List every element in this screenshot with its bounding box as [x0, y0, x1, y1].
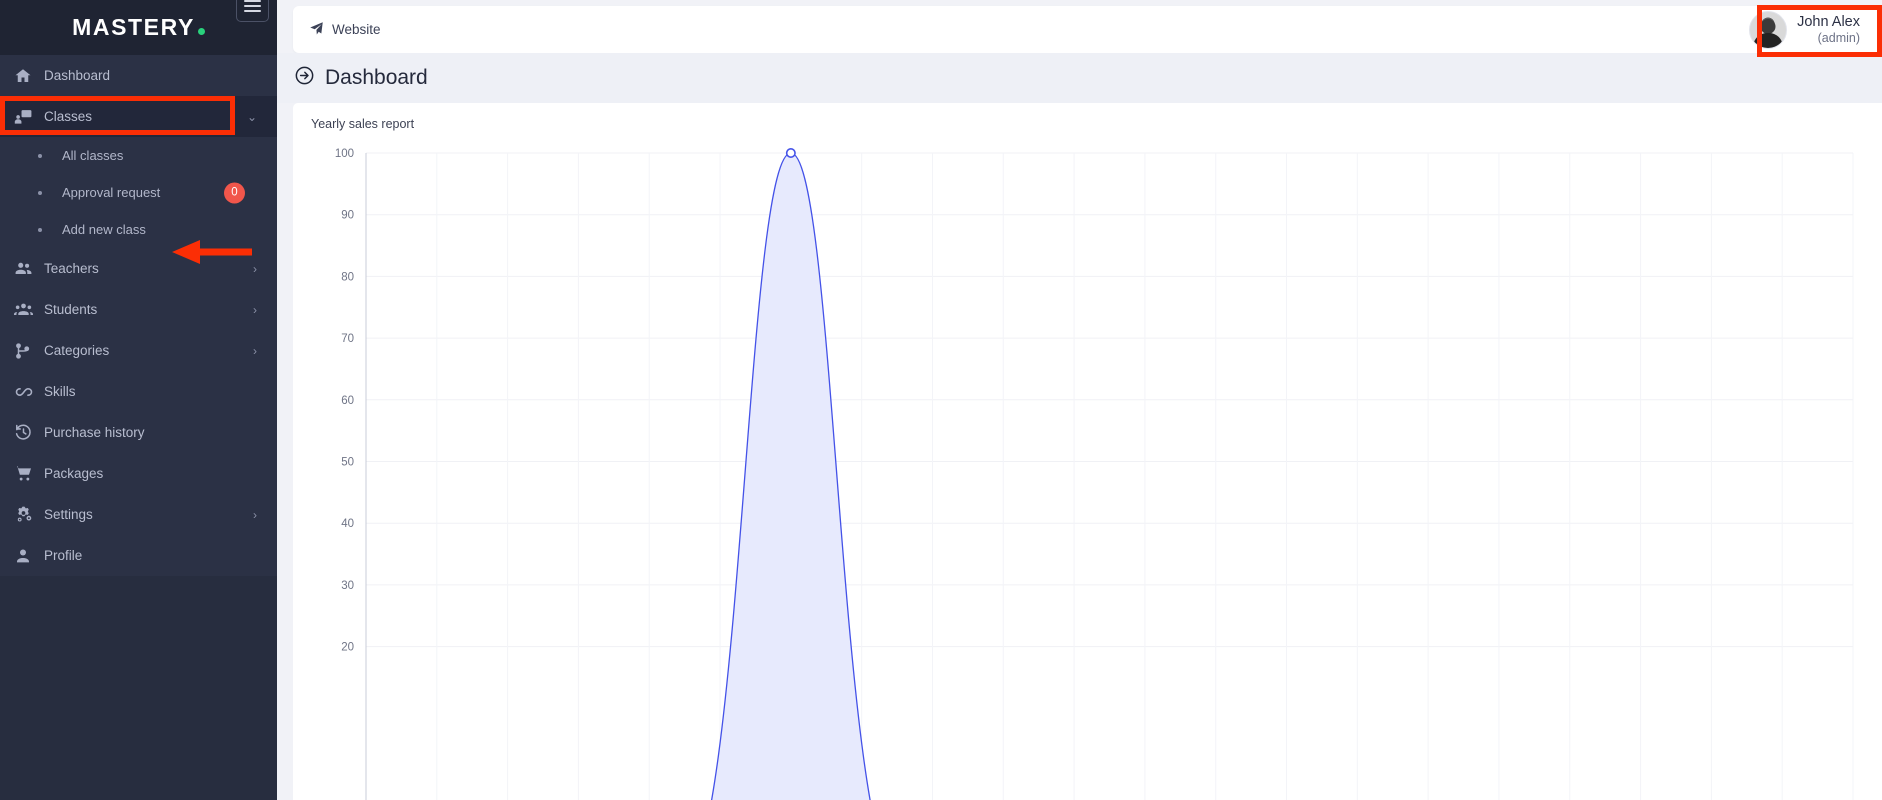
sidebar-item-settings[interactable]: Settings ›	[0, 494, 277, 535]
hamburger-line	[244, 4, 261, 7]
sidebar-nav: Dashboard Classes ⌄ All classes Approval…	[0, 55, 277, 576]
shopping-cart-icon	[14, 464, 44, 483]
brand-logo[interactable]: MASTERY	[72, 14, 205, 41]
page-title-text: Dashboard	[325, 66, 428, 89]
brand-header: MASTERY	[0, 0, 277, 55]
hamburger-icon[interactable]	[236, 0, 269, 22]
user-menu[interactable]: John Alex (admin)	[1749, 10, 1882, 49]
page-header: Dashboard	[277, 53, 1882, 103]
svg-text:100: 100	[335, 148, 354, 160]
chevron-right-icon: ›	[253, 302, 257, 317]
sidebar-subitem-approval-request[interactable]: Approval request 0	[0, 174, 277, 211]
hamburger-line	[244, 0, 261, 2]
sidebar-subitem-label: Add new class	[62, 222, 146, 237]
user-role: (admin)	[1817, 30, 1860, 45]
home-icon	[14, 67, 44, 85]
user-meta: John Alex (admin)	[1797, 13, 1860, 47]
sidebar-item-label: Teachers	[44, 261, 99, 276]
sidebar-subitem-all-classes[interactable]: All classes	[0, 137, 277, 174]
sidebar-item-skills[interactable]: Skills	[0, 371, 277, 412]
sidebar-item-label: Skills	[44, 384, 76, 399]
bullet-icon	[38, 190, 42, 195]
svg-text:30: 30	[341, 580, 354, 592]
sidebar-subitem-label: All classes	[62, 148, 124, 163]
brand-name: MASTERY	[72, 14, 195, 40]
sidebar-item-purchase-history[interactable]: Purchase history	[0, 412, 277, 453]
infinity-icon	[14, 382, 44, 402]
classes-submenu: All classes Approval request 0 Add new c…	[0, 137, 277, 248]
sidebar-item-label: Dashboard	[44, 68, 111, 83]
chart-card: Yearly sales report 100 90 80 70 60 50 40 30 20	[293, 103, 1882, 800]
sidebar-item-categories[interactable]: Categories ›	[0, 330, 277, 371]
website-label: Website	[332, 22, 381, 37]
sidebar-item-profile[interactable]: Profile	[0, 535, 277, 576]
sidebar-item-packages[interactable]: Packages	[0, 453, 277, 494]
user-name: John Alex	[1797, 13, 1860, 30]
presentation-person-icon	[14, 107, 44, 126]
sidebar-item-label: Students	[44, 302, 98, 317]
svg-text:80: 80	[341, 271, 354, 283]
sidebar-item-label: Packages	[44, 466, 104, 481]
svg-text:90: 90	[341, 210, 354, 222]
bullet-icon	[38, 227, 42, 232]
avatar	[1749, 10, 1788, 49]
sidebar-item-label: Profile	[44, 548, 83, 563]
topbar: Website John Alex (admin)	[293, 6, 1882, 53]
chevron-right-icon: ›	[253, 261, 257, 276]
status-badge: 0	[224, 182, 245, 203]
svg-text:50: 50	[341, 457, 354, 469]
gears-icon	[14, 505, 44, 524]
sidebar-item-label: Settings	[44, 507, 93, 522]
sidebar-item-label: Classes	[44, 109, 93, 124]
user-icon	[14, 547, 44, 565]
sidebar-item-teachers[interactable]: Teachers ›	[0, 248, 277, 289]
svg-text:40: 40	[341, 518, 354, 530]
paper-plane-icon	[309, 21, 324, 39]
users-group-icon	[14, 300, 44, 319]
sidebar-item-classes[interactable]: Classes ⌄	[0, 96, 277, 137]
chevron-down-icon: ⌄	[246, 109, 257, 124]
sidebar-item-dashboard[interactable]: Dashboard	[0, 55, 277, 96]
users-icon	[14, 259, 44, 278]
chart-area: 100 90 80 70 60 50 40 30 20	[311, 140, 1882, 800]
chart-title: Yearly sales report	[311, 117, 415, 131]
sidebar-item-label: Categories	[44, 343, 110, 358]
svg-text:70: 70	[341, 333, 354, 345]
sidebar: MASTERY Dashboard Classes ⌄ All classes …	[0, 0, 277, 800]
arrow-circle-right-icon	[294, 65, 315, 92]
sidebar-item-students[interactable]: Students ›	[0, 289, 277, 330]
bullet-icon	[38, 153, 42, 158]
brand-dot	[197, 28, 205, 35]
svg-text:60: 60	[341, 395, 354, 407]
sidebar-subitem-label: Approval request	[62, 185, 161, 200]
app-root: MASTERY Dashboard Classes ⌄ All classes …	[0, 0, 1882, 800]
website-link[interactable]: Website	[309, 21, 381, 39]
sitemap-icon	[14, 342, 44, 360]
sidebar-item-label: Purchase history	[44, 425, 145, 440]
chevron-right-icon: ›	[253, 343, 257, 358]
svg-text:20: 20	[341, 642, 354, 654]
sidebar-subitem-add-new-class[interactable]: Add new class	[0, 211, 277, 248]
page-title: Dashboard	[294, 65, 428, 92]
hamburger-line	[244, 9, 261, 12]
history-clock-icon	[14, 423, 44, 442]
chevron-right-icon: ›	[253, 507, 257, 522]
yearly-sales-chart[interactable]: 100 90 80 70 60 50 40 30 20	[311, 140, 1882, 800]
